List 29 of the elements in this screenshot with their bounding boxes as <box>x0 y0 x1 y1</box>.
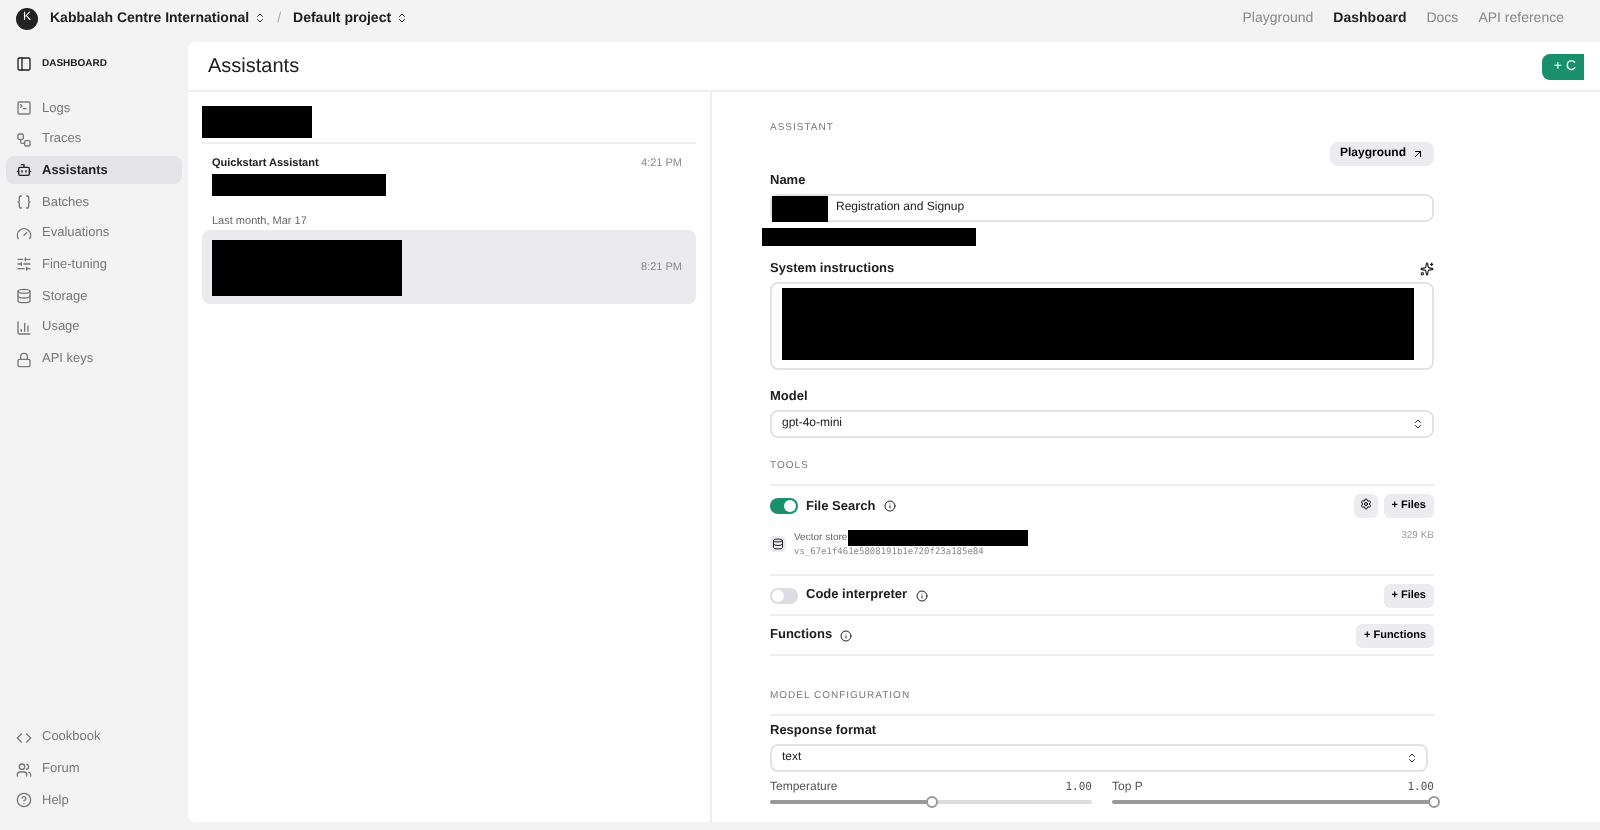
braces-icon <box>16 194 32 211</box>
info-icon[interactable] <box>915 589 928 601</box>
users-icon <box>16 761 32 778</box>
slider-thumb[interactable] <box>925 796 937 808</box>
database-icon <box>770 536 786 552</box>
gauge-icon <box>16 225 32 242</box>
page-title: Assistants <box>208 55 300 77</box>
lock-icon <box>16 351 32 367</box>
toggle-switch[interactable] <box>770 498 798 514</box>
bar-chart-icon <box>16 319 32 336</box>
settings-icon <box>1359 498 1372 510</box>
bot-icon <box>16 162 32 179</box>
redaction-block <box>772 195 828 221</box>
settings-button[interactable] <box>1353 494 1378 518</box>
help-icon <box>16 792 32 809</box>
info-icon[interactable] <box>840 629 853 641</box>
sidebar-icon[interactable] <box>16 56 32 72</box>
workflow-icon <box>16 131 32 148</box>
sparkle-icon[interactable] <box>1420 262 1434 276</box>
sliders-icon <box>16 256 32 273</box>
database-icon <box>16 288 32 305</box>
redaction-block <box>202 106 312 138</box>
arrow-icon <box>1412 148 1424 160</box>
instructions-field[interactable] <box>770 282 1434 370</box>
code-icon <box>16 729 32 746</box>
slider-thumb[interactable] <box>1428 796 1440 808</box>
toggle-switch[interactable] <box>770 587 798 603</box>
info-icon[interactable] <box>883 500 896 512</box>
terminal-icon <box>16 100 32 116</box>
